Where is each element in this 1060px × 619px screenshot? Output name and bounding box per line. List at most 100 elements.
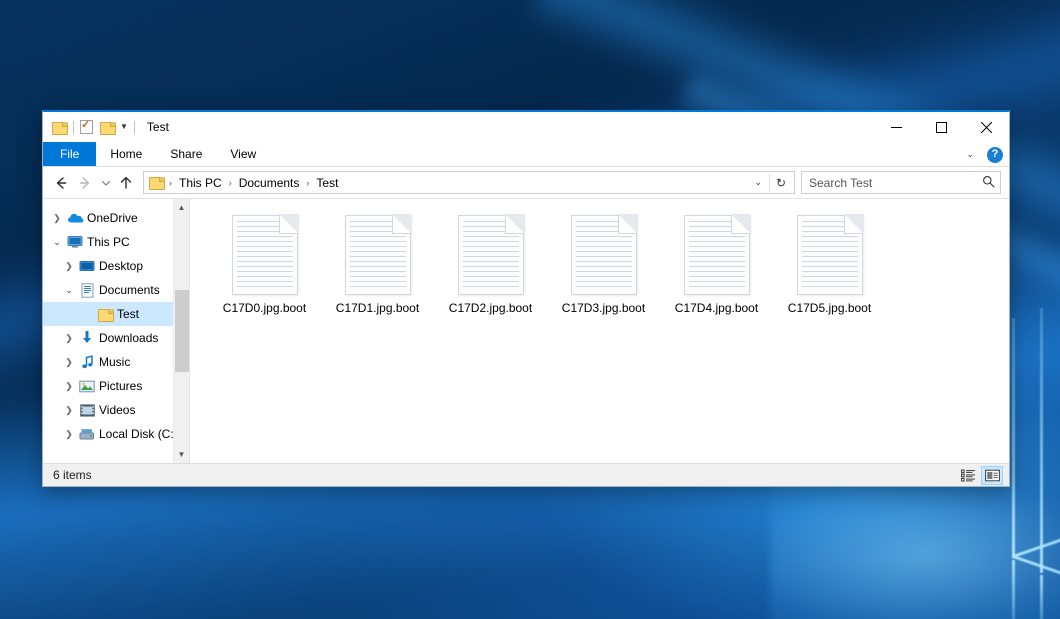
tab-share[interactable]: Share (156, 142, 216, 166)
divider (134, 121, 135, 134)
back-button[interactable] (49, 171, 73, 195)
search-box[interactable] (801, 171, 1001, 194)
file-grid: C17D0.jpg.boot C17D1.jpg.boot (208, 213, 1009, 321)
chevron-right-icon[interactable]: ❯ (61, 429, 77, 440)
ribbon-right-tools: ⌄ ? (962, 142, 1003, 167)
file-item[interactable]: C17D0.jpg.boot (208, 213, 321, 321)
search-icon[interactable] (982, 175, 995, 191)
sidebar-item-desktop[interactable]: ❯ Desktop (43, 254, 189, 278)
generic-document-icon (571, 215, 637, 295)
breadcrumb-item-this-pc[interactable]: This PC (174, 174, 227, 192)
navigation-pane: ❯ OneDrive ⌄ (43, 199, 190, 463)
folder-icon (95, 306, 115, 322)
breadcrumb: › This PC › Documents › Test (148, 174, 747, 192)
desktop: ▼ Test File Home Share View (0, 0, 1060, 619)
large-icons-view-button[interactable] (981, 466, 1003, 485)
window-controls (874, 112, 1009, 142)
windows-logo-ray (1012, 318, 1015, 558)
folder-icon[interactable] (52, 121, 67, 134)
view-toggle-group (957, 466, 1003, 485)
windows-logo-ray (1040, 575, 1043, 619)
music-icon (77, 354, 97, 370)
sidebar-item-onedrive[interactable]: ❯ OneDrive (43, 206, 189, 230)
drive-icon (77, 426, 97, 442)
recent-locations-button[interactable] (97, 171, 114, 195)
file-item[interactable]: C17D2.jpg.boot (434, 213, 547, 321)
breadcrumb-separator: › (227, 178, 234, 188)
scrollbar-track[interactable] (174, 216, 190, 446)
windows-logo-ray (1012, 560, 1015, 619)
generic-document-icon (458, 215, 524, 295)
scroll-down-arrow-icon[interactable]: ▼ (174, 446, 190, 463)
onedrive-icon (65, 210, 85, 226)
scrollbar-thumb[interactable] (175, 290, 189, 373)
sidebar-item-label: Pictures (97, 379, 142, 393)
tab-view[interactable]: View (216, 142, 270, 166)
window-body: ❯ OneDrive ⌄ (43, 198, 1009, 463)
sidebar-item-label: Documents (97, 283, 160, 297)
breadcrumb-item-test[interactable]: Test (311, 174, 343, 192)
scroll-up-arrow-icon[interactable]: ▲ (174, 199, 190, 216)
chevron-right-icon[interactable]: ❯ (61, 333, 77, 344)
sidebar-item-label: Downloads (97, 331, 158, 345)
minimize-button[interactable] (874, 112, 919, 142)
sidebar-item-test[interactable]: Test (43, 302, 189, 326)
breadcrumb-separator: › (304, 178, 311, 188)
windows-logo-ray (1040, 308, 1043, 573)
folder-icon[interactable] (148, 176, 167, 190)
window-title: Test (147, 120, 169, 134)
file-list-pane[interactable]: C17D0.jpg.boot C17D1.jpg.boot (190, 199, 1009, 463)
chevron-right-icon[interactable]: ❯ (61, 357, 77, 368)
chevron-down-icon[interactable]: ▼ (120, 123, 128, 131)
sidebar-item-label: Local Disk (C:) (97, 427, 178, 441)
status-bar: 6 items (43, 463, 1009, 486)
sidebar-item-label: Videos (97, 403, 135, 417)
chevron-right-icon[interactable]: ❯ (61, 381, 77, 392)
file-name: C17D3.jpg.boot (562, 301, 645, 315)
chevron-down-icon[interactable]: ⌄ (61, 285, 77, 296)
breadcrumb-separator: › (167, 178, 174, 188)
search-input[interactable] (809, 176, 982, 190)
help-icon[interactable]: ? (987, 147, 1003, 163)
close-button[interactable] (964, 112, 1009, 142)
properties-icon[interactable] (80, 120, 93, 134)
file-item[interactable]: C17D4.jpg.boot (660, 213, 773, 321)
maximize-button[interactable] (919, 112, 964, 142)
sidebar-item-music[interactable]: ❯ Music (43, 350, 189, 374)
sidebar-item-label: This PC (85, 235, 130, 249)
sidebar-item-this-pc[interactable]: ⌄ This PC (43, 230, 189, 254)
chevron-right-icon[interactable]: ❯ (61, 405, 77, 416)
details-view-button[interactable] (957, 466, 979, 485)
sidebar-item-label: Desktop (97, 259, 143, 273)
refresh-icon[interactable]: ↻ (770, 176, 792, 190)
tab-home[interactable]: Home (96, 142, 156, 166)
file-item[interactable]: C17D5.jpg.boot (773, 213, 886, 321)
generic-document-icon (345, 215, 411, 295)
sidebar-item-videos[interactable]: ❯ Videos (43, 398, 189, 422)
chevron-down-icon[interactable]: ⌄ (747, 177, 769, 188)
file-name: C17D1.jpg.boot (336, 301, 419, 315)
sidebar-item-downloads[interactable]: ❯ Downloads (43, 326, 189, 350)
file-item[interactable]: C17D1.jpg.boot (321, 213, 434, 321)
desktop-icon (77, 258, 97, 274)
generic-document-icon (797, 215, 863, 295)
chevron-right-icon[interactable]: ❯ (49, 213, 65, 224)
sidebar-item-documents[interactable]: ⌄ Documents (43, 278, 189, 302)
sidebar-item-label: OneDrive (85, 211, 138, 225)
chevron-down-icon[interactable]: ⌄ (962, 149, 978, 160)
sidebar-scrollbar[interactable]: ▲ ▼ (173, 199, 189, 463)
file-name: C17D4.jpg.boot (675, 301, 758, 315)
chevron-down-icon[interactable]: ⌄ (49, 237, 65, 248)
thispc-icon (65, 234, 85, 250)
up-button[interactable] (114, 171, 138, 195)
forward-button[interactable] (73, 171, 97, 195)
file-item[interactable]: C17D3.jpg.boot (547, 213, 660, 321)
new-folder-icon[interactable] (100, 121, 115, 134)
chevron-right-icon[interactable]: ❯ (61, 261, 77, 272)
downloads-icon (77, 330, 97, 346)
tab-file[interactable]: File (43, 142, 96, 166)
breadcrumb-item-documents[interactable]: Documents (234, 174, 305, 192)
sidebar-item-pictures[interactable]: ❯ Pictures (43, 374, 189, 398)
address-bar[interactable]: › This PC › Documents › Test ⌄ ↻ (143, 171, 795, 194)
sidebar-item-local-disk-c[interactable]: ❯ Local Disk (C:) (43, 422, 189, 446)
